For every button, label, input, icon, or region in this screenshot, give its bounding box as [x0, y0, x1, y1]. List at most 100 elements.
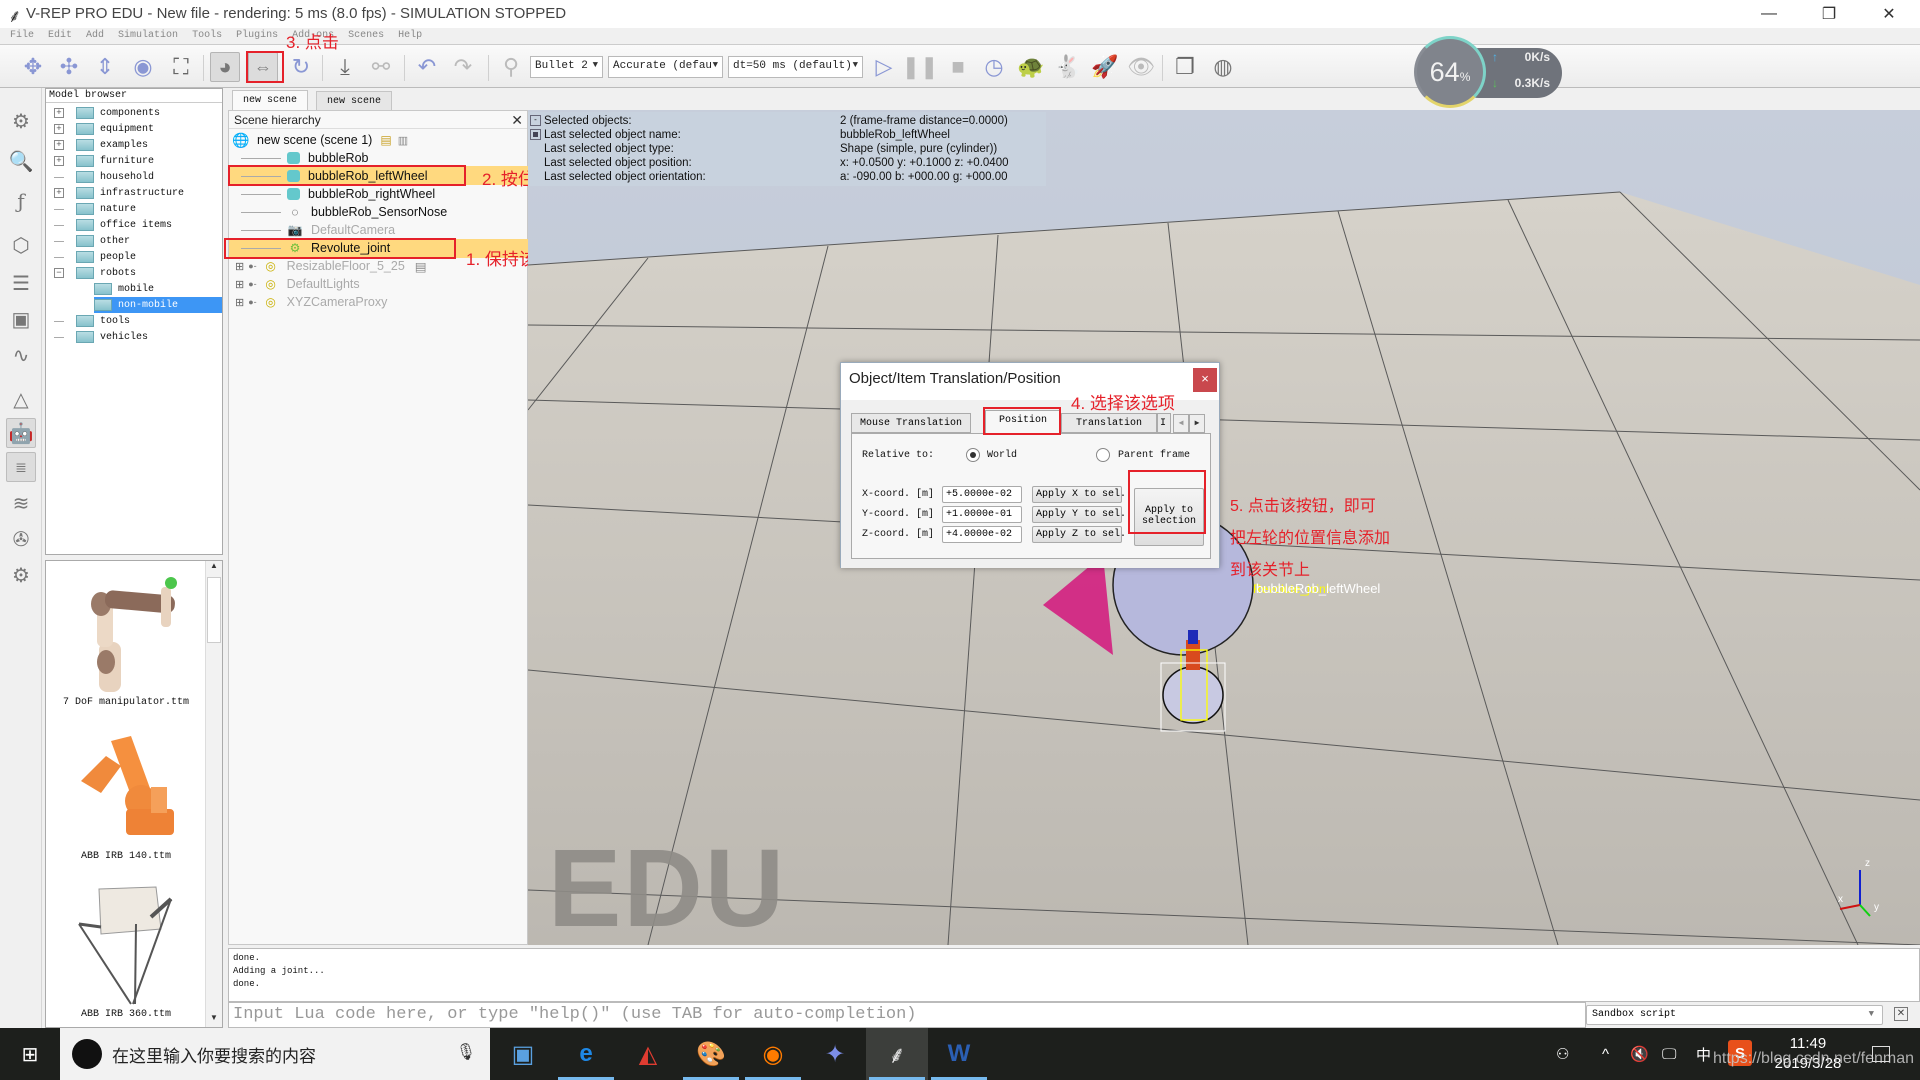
info-collapse-icon[interactable]: -: [530, 115, 541, 126]
selection-icon[interactable]: △: [6, 384, 36, 414]
people-icon[interactable]: ⚇: [1556, 1028, 1569, 1080]
restore-button[interactable]: ❐: [1800, 0, 1858, 28]
path-edit-icon[interactable]: ∿: [6, 340, 36, 370]
expand-icon[interactable]: ⊞: [235, 296, 244, 309]
model-folder-non-mobile[interactable]: non-mobile: [94, 297, 222, 313]
tab-translation[interactable]: Translation: [1061, 413, 1157, 433]
dynamics-toggle-icon[interactable]: ⚲: [496, 52, 526, 82]
tab-scene-1[interactable]: new scene: [232, 90, 309, 110]
expand-icon[interactable]: ⊞: [235, 278, 244, 291]
faster-rabbit-icon[interactable]: 🐇: [1053, 52, 1083, 82]
radio-parent-frame[interactable]: [1096, 448, 1110, 462]
z-coord-input[interactable]: +4.0000e-02: [942, 526, 1022, 543]
menu-file[interactable]: File: [10, 28, 34, 44]
hierarchy-item-defaultcamera[interactable]: 📷 DefaultCamera: [229, 221, 527, 239]
tab-more[interactable]: I: [1157, 413, 1171, 433]
firefox-icon[interactable]: ◉: [742, 1028, 804, 1080]
scene-hierarchy-icon[interactable]: ≣: [6, 452, 36, 482]
apply-x-button[interactable]: Apply X to sel.: [1032, 486, 1126, 503]
redo-icon[interactable]: ↷: [448, 52, 478, 82]
video-recorder-icon[interactable]: ✇: [6, 524, 36, 554]
thumbnail-abb-irb-360[interactable]: ABB IRB 360.ttm: [46, 879, 206, 1020]
menu-simulation[interactable]: Simulation: [118, 28, 178, 44]
apply-y-button[interactable]: Apply Y to sel.: [1032, 506, 1126, 523]
model-folder-household[interactable]: household: [54, 169, 222, 185]
expand-icon[interactable]: +: [54, 124, 64, 134]
paint-icon[interactable]: 🎨: [680, 1028, 742, 1080]
task-view-icon[interactable]: ▣: [492, 1028, 554, 1080]
physics-engine-select[interactable]: Bullet 2 ▼: [530, 56, 603, 78]
thumbnail-scrollbar[interactable]: ▲ ▼: [205, 561, 222, 1027]
click-selection-icon[interactable]: ◕: [210, 52, 240, 82]
model-folder-other[interactable]: other: [54, 233, 222, 249]
hierarchy-item-bubblerob-sensornose[interactable]: ◌ bubbleRob_SensorNose: [229, 203, 527, 221]
ime-indicator[interactable]: 中: [1696, 1028, 1711, 1080]
calculation-modules-icon[interactable]: ƒ: [6, 186, 36, 216]
fit-to-view-icon[interactable]: ⛶: [166, 52, 196, 82]
dialog-close-button[interactable]: ×: [1193, 368, 1217, 392]
close-lua-icon[interactable]: ✕: [1894, 1007, 1908, 1021]
expand-icon[interactable]: +: [54, 188, 64, 198]
scripts-icon[interactable]: ☰: [6, 268, 36, 298]
collapse-icon[interactable]: −: [54, 268, 64, 278]
expand-icon[interactable]: +: [54, 108, 64, 118]
scene-root[interactable]: 🌐 new scene (scene 1) ▤ ▥: [229, 131, 527, 149]
object-rotate-icon[interactable]: ↻: [286, 52, 316, 82]
thread-rendering-icon[interactable]: 🚀: [1090, 52, 1120, 82]
scroll-down-icon[interactable]: ▼: [206, 1013, 222, 1027]
lua-command-input[interactable]: Input Lua code here, or type "help()" (u…: [228, 1002, 1586, 1028]
assemble-icon[interactable]: ⤓: [330, 52, 360, 82]
model-folder-furniture[interactable]: + furniture: [54, 153, 222, 169]
tab-prev-icon[interactable]: ◀: [1173, 414, 1189, 433]
tab-scene-2[interactable]: new scene: [316, 91, 393, 111]
y-coord-input[interactable]: +1.0000e-01: [942, 506, 1022, 523]
camera-shift-icon[interactable]: ⇕: [90, 52, 120, 82]
undo-icon[interactable]: ↶: [412, 52, 442, 82]
model-folder-nature[interactable]: nature: [54, 201, 222, 217]
microphone-icon[interactable]: 🎙: [456, 1042, 476, 1062]
thumbnail-abb-irb-140[interactable]: ABB IRB 140.ttm: [46, 721, 206, 862]
script-select[interactable]: Sandbox script ▼: [1586, 1005, 1883, 1025]
model-folder-equipment[interactable]: + equipment: [54, 121, 222, 137]
menu-plugins[interactable]: Plugins: [236, 28, 278, 44]
tray-chevron-icon[interactable]: ^: [1602, 1028, 1609, 1080]
simulation-settings-icon[interactable]: ⚙: [6, 106, 36, 136]
model-folder-office-items[interactable]: office items: [54, 217, 222, 233]
menu-edit[interactable]: Edit: [48, 28, 72, 44]
start-button[interactable]: ⊞: [0, 1028, 60, 1080]
tab-mouse-translation[interactable]: Mouse Translation: [851, 413, 972, 433]
scroll-thumb[interactable]: [207, 577, 221, 643]
model-folder-components[interactable]: + components: [54, 105, 222, 121]
menu-scenes[interactable]: Scenes: [348, 28, 384, 44]
script-icon[interactable]: ▤: [415, 259, 427, 274]
collections-icon[interactable]: ⬡: [6, 230, 36, 260]
shape-edit-icon[interactable]: ▣: [6, 304, 36, 334]
taskbar-search[interactable]: 在这里输入你要搜索的内容 🎙: [60, 1028, 490, 1080]
menu-help[interactable]: Help: [398, 28, 422, 44]
cortana-icon[interactable]: [72, 1039, 102, 1069]
play-icon[interactable]: ▷: [869, 52, 899, 82]
customization-script-icon[interactable]: ▥: [398, 134, 408, 147]
timestep-select[interactable]: dt=50 ms (default) ▼: [728, 56, 863, 78]
stop-icon[interactable]: ■: [943, 52, 973, 82]
notification-center-icon[interactable]: [1872, 1046, 1890, 1062]
model-folder-vehicles[interactable]: vehicles: [54, 329, 222, 345]
model-browser-toggle-icon[interactable]: ◍: [1208, 52, 1238, 82]
transfer-dna-icon[interactable]: ⚯: [366, 52, 396, 82]
layers-icon[interactable]: ≋: [6, 488, 36, 518]
camera-angle-icon[interactable]: ◉: [128, 52, 158, 82]
user-settings-icon[interactable]: ⚙: [6, 560, 36, 590]
network-icon[interactable]: 🖵: [1662, 1028, 1676, 1080]
minimize-button[interactable]: —: [1740, 0, 1798, 28]
visualization-eye-icon[interactable]: 👁: [1126, 52, 1156, 82]
model-folder-examples[interactable]: + examples: [54, 137, 222, 153]
scroll-up-icon[interactable]: ▲: [206, 561, 222, 575]
menu-add[interactable]: Add: [86, 28, 104, 44]
vrep-taskbar-icon[interactable]: ⸙: [866, 1028, 928, 1080]
app-red-icon[interactable]: ◭: [617, 1028, 679, 1080]
model-folder-infrastructure[interactable]: + infrastructure: [54, 185, 222, 201]
model-folder-robots[interactable]: − robots: [54, 265, 222, 281]
object-properties-icon[interactable]: 🔍: [6, 146, 36, 176]
3d-viewport[interactable]: Revolute_joint bubbleRob_leftWheel EDU z…: [528, 110, 1920, 945]
realtime-clock-icon[interactable]: ◷: [979, 52, 1009, 82]
